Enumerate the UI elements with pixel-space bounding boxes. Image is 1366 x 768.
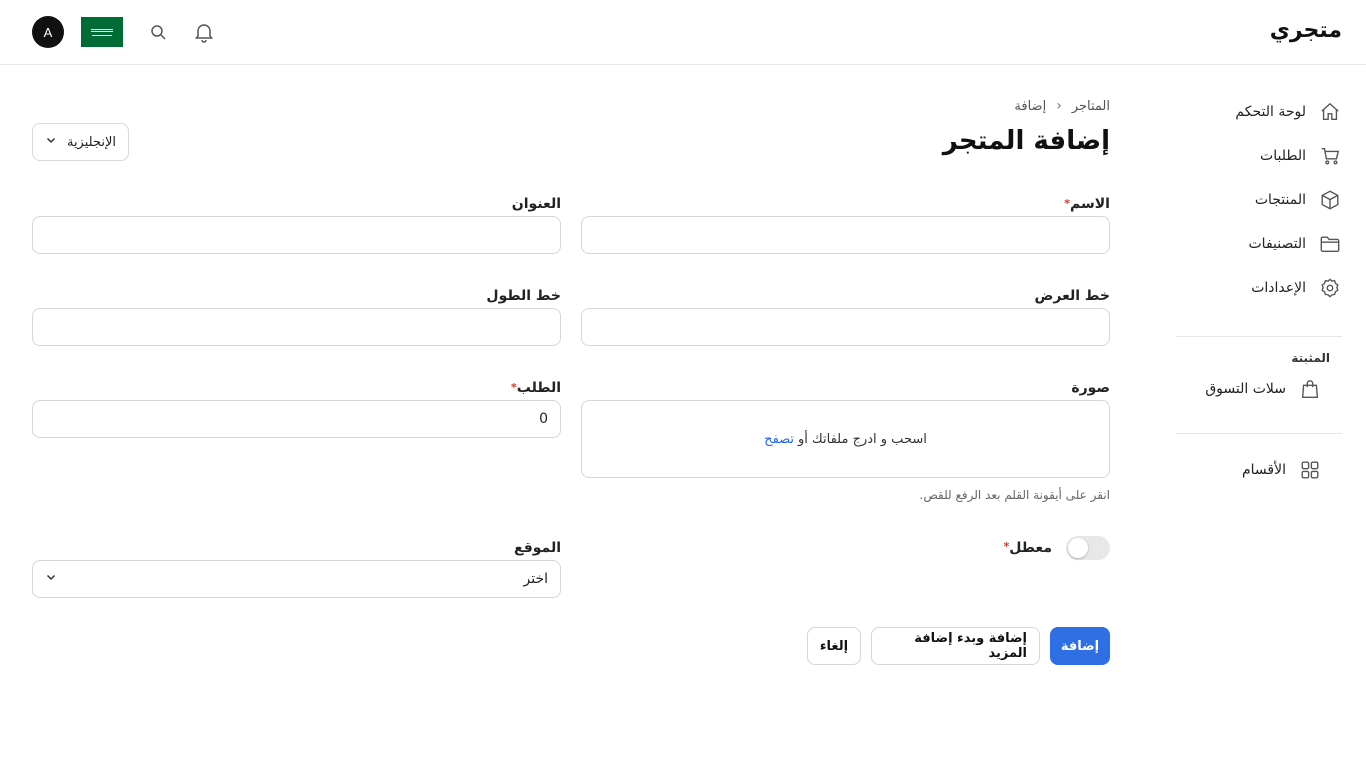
bag-icon [1298, 377, 1322, 401]
browse-link[interactable]: تصفح [764, 432, 794, 447]
name-label: الاسم* [1064, 196, 1110, 212]
add-and-more-button[interactable]: إضافة وبدء إضافة المزيد [871, 627, 1040, 665]
add-button[interactable]: إضافة [1050, 627, 1110, 665]
gear-icon [1318, 276, 1342, 300]
address-label: العنوان [511, 196, 561, 212]
language-select[interactable]: الإنجليزية [32, 123, 129, 161]
image-label: صورة [1071, 380, 1110, 396]
address-field: العنوان [32, 192, 561, 254]
image-dropzone[interactable]: اسحب و ادرج ملفاتك أو تصفح [581, 400, 1110, 478]
flag-script [91, 28, 113, 32]
chevron-left-icon: ‹ [1056, 98, 1062, 114]
name-field: الاسم* [581, 192, 1110, 254]
longitude-input[interactable] [32, 308, 561, 346]
location-select-value: اختر [523, 571, 549, 587]
box-icon [1318, 188, 1342, 212]
main-content: المتاجر ‹ إضافة إضافة المتجر الإنجليزية … [32, 90, 1110, 710]
sidebar-item-dashboard[interactable]: لوحة التحكم [1176, 90, 1342, 134]
order-input[interactable] [32, 400, 561, 438]
latitude-input[interactable] [581, 308, 1110, 346]
sidebar-item-categories[interactable]: التصنيفات [1176, 222, 1342, 266]
language-flag-icon[interactable] [81, 17, 123, 47]
longitude-field: خط الطول [32, 284, 561, 346]
sidebar-item-sections[interactable]: الأقسام [1176, 448, 1342, 492]
app-logo[interactable]: متجري [1270, 18, 1342, 43]
latitude-label: خط العرض [1034, 288, 1110, 304]
toggle-knob [1068, 538, 1088, 558]
sidebar-item-label: لوحة التحكم [1235, 104, 1306, 120]
sidebar-item-label: المنتجات [1254, 192, 1306, 208]
form-actions: إضافة إضافة وبدء إضافة المزيد إلغاء [807, 627, 1110, 665]
longitude-label: خط الطول [486, 288, 561, 304]
disabled-toggle[interactable] [1066, 536, 1110, 560]
order-field: الطلب* [32, 376, 561, 438]
name-input[interactable] [581, 216, 1110, 254]
disabled-toggle-row: معطل* [1004, 536, 1110, 560]
sidebar-item-label: سلات التسوق [1205, 381, 1286, 397]
user-avatar[interactable]: A [32, 16, 64, 48]
sidebar-group-title: المثبتة [1291, 351, 1330, 365]
breadcrumb-current: إضافة [1014, 98, 1047, 114]
latitude-field: خط العرض [581, 284, 1110, 346]
sidebar-item-settings[interactable]: الإعدادات [1176, 266, 1342, 310]
dropzone-text: اسحب و ادرج ملفاتك أو [798, 431, 927, 447]
image-field: صورة اسحب و ادرج ملفاتك أو تصفح انقر على… [581, 376, 1110, 502]
sidebar-item-products[interactable]: المنتجات [1176, 178, 1342, 222]
sidebar-item-label: الإعدادات [1251, 280, 1306, 296]
top-bar: متجري A [0, 0, 1366, 65]
address-input[interactable] [32, 216, 561, 254]
disabled-label: معطل* [1003, 540, 1052, 556]
sidebar-item-label: الطلبات [1260, 148, 1306, 164]
sidebar-item-label: التصنيفات [1248, 236, 1307, 252]
home-icon [1318, 100, 1342, 124]
cancel-button[interactable]: إلغاء [807, 627, 861, 665]
sidebar: لوحة التحكم الطلبات المنتجات التصنيفات ا… [1176, 90, 1342, 492]
image-hint: انقر على أيقونة القلم بعد الرفع للقص. [919, 488, 1111, 502]
page-title: إضافة المتجر [942, 126, 1110, 156]
folder-icon [1318, 232, 1342, 256]
order-label: الطلب* [511, 380, 561, 396]
grid-icon [1298, 458, 1322, 482]
bell-icon[interactable] [192, 20, 216, 44]
sidebar-item-orders[interactable]: الطلبات [1176, 134, 1342, 178]
chevron-down-icon [45, 571, 57, 587]
cart-icon [1318, 144, 1342, 168]
breadcrumb-root[interactable]: المتاجر [1072, 99, 1110, 114]
location-field: الموقع اختر [32, 536, 561, 598]
flag-sword [92, 34, 112, 36]
location-select[interactable]: اختر [32, 560, 561, 598]
language-select-value: الإنجليزية [66, 134, 116, 150]
sidebar-item-label: الأقسام [1242, 462, 1286, 478]
breadcrumb: المتاجر ‹ إضافة [1014, 98, 1110, 114]
chevron-down-icon [45, 134, 57, 150]
sidebar-divider [1176, 336, 1342, 337]
sidebar-item-carts[interactable]: سلات التسوق [1176, 367, 1342, 411]
sidebar-divider [1176, 433, 1342, 434]
location-label: الموقع [514, 540, 561, 556]
search-icon[interactable] [146, 20, 170, 44]
